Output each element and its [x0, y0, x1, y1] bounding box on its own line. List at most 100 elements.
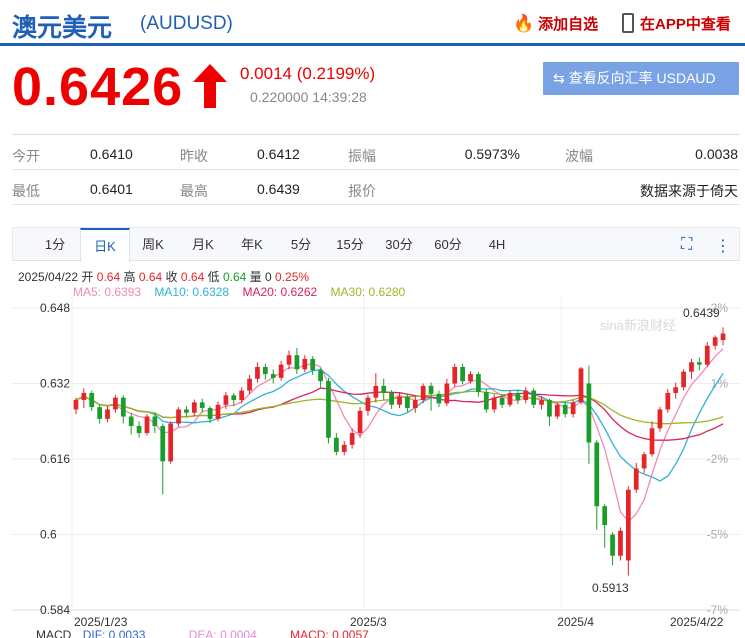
candle-body: [326, 381, 331, 438]
info-pct: 0.25%: [275, 270, 310, 284]
candle-body: [539, 400, 544, 405]
candle: [633, 462, 639, 493]
candle-body: [215, 404, 221, 419]
candle: [318, 368, 323, 388]
candle: [625, 486, 631, 576]
info-high: 0.64: [138, 270, 163, 284]
y-tick-label: 0.632: [40, 377, 70, 391]
chart-grid: [12, 296, 740, 611]
tab-daily[interactable]: 日K: [80, 228, 130, 262]
candle-body: [357, 410, 363, 434]
candle: [97, 404, 102, 424]
candle-body: [334, 437, 339, 452]
stat-value: 0.5973%: [464, 146, 520, 162]
candle: [697, 357, 702, 371]
candle-body: [499, 397, 505, 405]
candle: [681, 369, 686, 391]
candle-body: [381, 385, 387, 393]
stat-value: 0.6410: [90, 146, 133, 162]
tab-30min[interactable]: 30分: [377, 228, 421, 261]
candle: [381, 378, 387, 401]
candle: [720, 327, 726, 346]
candle: [507, 390, 513, 408]
info-open: 0.64: [96, 270, 121, 284]
candles: [73, 327, 726, 576]
tab-60min[interactable]: 60分: [426, 228, 470, 261]
tab-weekly[interactable]: 周K: [131, 228, 175, 261]
candle-body: [286, 355, 292, 365]
high-annotation: 0.6439: [683, 306, 720, 320]
info-date: 2025/04/22: [18, 270, 79, 284]
candle-body: [570, 402, 576, 415]
x-tick-label: 2025/4: [557, 615, 594, 629]
candle: [665, 389, 671, 413]
stat-label: 今开: [12, 148, 40, 164]
candle-body: [341, 444, 347, 452]
x-tick-label: 2025/1/23: [74, 615, 128, 629]
candle-body: [412, 400, 418, 409]
more-icon[interactable]: ⋮: [715, 236, 731, 256]
open-in-app-button[interactable]: 在APP中查看: [622, 13, 731, 34]
candle-body: [223, 395, 229, 405]
stat-value: 0.6412: [257, 146, 300, 162]
candle-body: [618, 530, 623, 556]
fullscreen-icon[interactable]: ⛶: [681, 236, 692, 254]
tab-5min[interactable]: 5分: [279, 228, 323, 261]
tab-monthly[interactable]: 月K: [181, 228, 225, 261]
candle-body: [278, 364, 284, 378]
add-watchlist-button[interactable]: 🔥 添加自选: [513, 13, 598, 34]
candle-body: [523, 390, 529, 401]
candle: [657, 407, 663, 432]
reverse-rate-button[interactable]: ⇆ 查看反向汇率 USDAUD: [543, 62, 739, 95]
candle: [547, 398, 552, 426]
candle-body: [436, 393, 442, 404]
candle-body: [633, 468, 639, 490]
candle-body: [302, 358, 308, 370]
candle: [689, 358, 694, 379]
info-low-label: 低: [207, 270, 220, 284]
candle-body: [420, 385, 426, 401]
tab-yearly[interactable]: 年K: [230, 228, 274, 261]
candle-body: [152, 416, 158, 426]
candle-body: [405, 396, 410, 409]
y-right-tick-label: -5%: [707, 528, 729, 542]
info-vol: 0: [265, 270, 272, 284]
candle: [73, 397, 79, 415]
info-open-label: 开: [81, 270, 94, 284]
swap-icon: ⇆: [553, 70, 565, 86]
page-title: 澳元美元: [12, 13, 113, 42]
tab-1min[interactable]: 1分: [33, 228, 77, 261]
candle-body: [554, 404, 560, 417]
candlestick-chart[interactable]: sina新浪财经 0.6480.6320.6160.60.584 2%1%-2%…: [0, 296, 745, 630]
candle-body: [625, 489, 631, 561]
stat-label: 昨收: [180, 148, 208, 164]
candle: [397, 392, 402, 409]
candle-body: [681, 371, 686, 388]
candle-body: [191, 402, 197, 413]
watermark: sina新浪财经: [600, 318, 676, 333]
candle-body: [294, 355, 300, 370]
stat-value: 0.0038: [695, 146, 738, 162]
candle: [128, 412, 134, 435]
candle: [334, 433, 339, 456]
phone-icon: [622, 13, 634, 33]
macd-label: MACD: [36, 628, 72, 638]
open-in-app-label: 在APP中查看: [640, 16, 731, 33]
candle: [444, 378, 450, 407]
candle-body: [594, 442, 600, 507]
candle: [460, 363, 465, 385]
candle-body: [602, 506, 608, 526]
tab-4h[interactable]: 4H: [475, 228, 519, 261]
candle: [136, 421, 142, 438]
candle: [270, 369, 276, 384]
candle: [515, 390, 521, 405]
info-vol-label: 量: [249, 270, 262, 284]
candle-body: [428, 385, 434, 394]
tab-15min[interactable]: 15分: [328, 228, 372, 261]
candle: [255, 362, 260, 383]
candle-body: [113, 397, 118, 410]
candle-body: [673, 387, 679, 393]
candle: [326, 377, 331, 444]
candle-body: [105, 409, 110, 419]
info-low: 0.64: [222, 270, 247, 284]
